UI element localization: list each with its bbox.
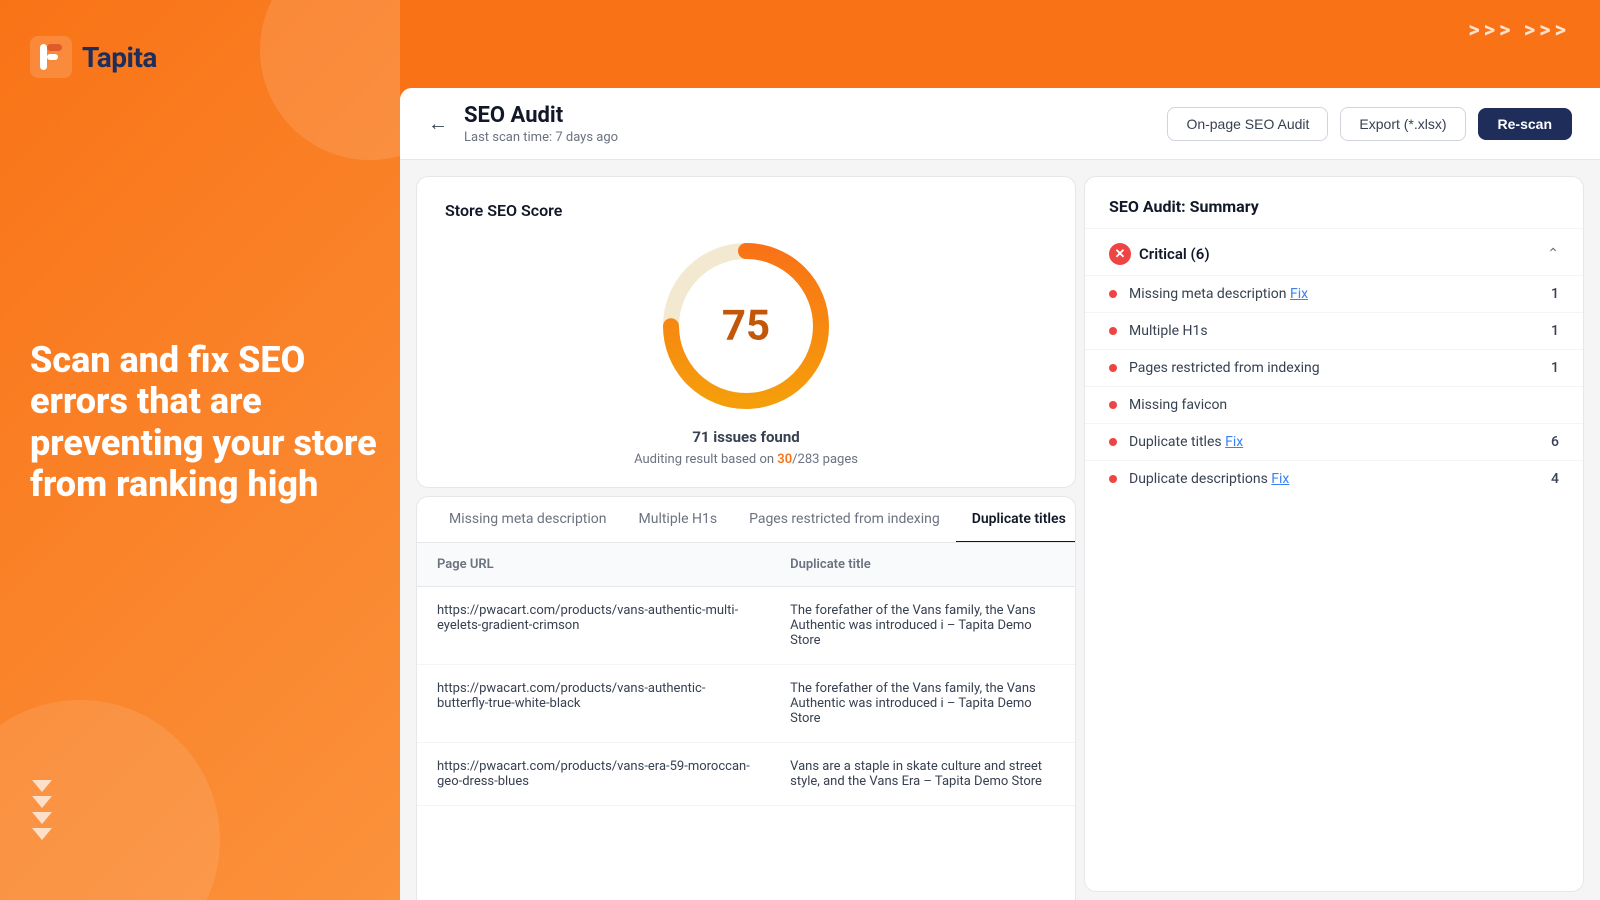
cell-value: Vans are a staple in skate culture and s… bbox=[770, 743, 1075, 806]
cell-value: The forefather of the Vans family, the V… bbox=[770, 587, 1075, 665]
app-topbar: ← SEO Audit Last scan time: 7 days ago O… bbox=[400, 88, 1600, 160]
export-button[interactable]: Export (*.xlsx) bbox=[1340, 107, 1465, 141]
logo-area: Tapita bbox=[30, 36, 157, 78]
tapita-logo-icon bbox=[30, 36, 72, 78]
col-duplicate-title: Duplicate title bbox=[770, 543, 1075, 587]
tab-pages-restricted[interactable]: Pages restricted from indexing bbox=[733, 497, 956, 543]
summary-panel: SEO Audit: Summary ✕ Critical (6) ⌃ Miss… bbox=[1084, 176, 1584, 892]
critical-icon: ✕ bbox=[1109, 243, 1131, 265]
cell-value: The forefather of the Vans family, the V… bbox=[770, 665, 1075, 743]
tab-duplicate-titles[interactable]: Duplicate titles bbox=[956, 497, 1075, 543]
table-row: https://pwacart.com/products/vans-era-59… bbox=[417, 743, 1075, 806]
app-panel: ← SEO Audit Last scan time: 7 days ago O… bbox=[400, 88, 1600, 900]
item-count: 1 bbox=[1551, 360, 1559, 376]
dot-red bbox=[1109, 364, 1117, 372]
app-main: Store SEO Score bbox=[400, 160, 1600, 900]
tab-missing-meta[interactable]: Missing meta description bbox=[433, 497, 623, 543]
tagline: Scan and fix SEO errors that are prevent… bbox=[30, 340, 380, 506]
summary-items-container: Missing meta description Fix1Multiple H1… bbox=[1085, 275, 1583, 497]
left-panel: Tapita Scan and fix SEO errors that are … bbox=[0, 0, 400, 900]
content-left: Store SEO Score bbox=[400, 160, 1084, 900]
gauge-score: 75 bbox=[722, 302, 770, 351]
header-deco-arrows: >>> >>> bbox=[1468, 18, 1570, 43]
item-text: Pages restricted from indexing bbox=[1129, 360, 1551, 376]
brand-name: Tapita bbox=[82, 41, 157, 74]
topbar-title-group: SEO Audit Last scan time: 7 days ago bbox=[464, 103, 1151, 145]
summary-item: Duplicate descriptions Fix4 bbox=[1085, 460, 1583, 497]
summary-item: Duplicate titles Fix6 bbox=[1085, 423, 1583, 460]
summary-item: Missing favicon bbox=[1085, 386, 1583, 423]
item-text: Missing favicon bbox=[1129, 397, 1559, 413]
data-table: Page URL Duplicate title https://pwacart… bbox=[417, 543, 1075, 806]
cell-url: https://pwacart.com/products/vans-authen… bbox=[417, 665, 770, 743]
cell-url: https://pwacart.com/products/vans-authen… bbox=[417, 587, 770, 665]
table-area: Page URL Duplicate title https://pwacart… bbox=[417, 543, 1075, 900]
summary-item: Multiple H1s1 bbox=[1085, 312, 1583, 349]
table-row: https://pwacart.com/products/vans-authen… bbox=[417, 665, 1075, 743]
dot-red bbox=[1109, 327, 1117, 335]
auditing-info: Auditing result based on 30/283 pages bbox=[445, 452, 1047, 467]
item-text: Multiple H1s bbox=[1129, 323, 1551, 339]
tabs-section: Missing meta description Multiple H1s Pa… bbox=[416, 496, 1076, 900]
topbar-actions: On-page SEO Audit Export (*.xlsx) Re-sca… bbox=[1167, 107, 1572, 141]
fix-link[interactable]: Fix bbox=[1225, 434, 1243, 450]
col-page-url: Page URL bbox=[417, 543, 770, 587]
arrows-down bbox=[32, 780, 52, 840]
critical-header[interactable]: ✕ Critical (6) ⌃ bbox=[1085, 229, 1583, 275]
dot-red bbox=[1109, 438, 1117, 446]
dot-red bbox=[1109, 475, 1117, 483]
tab-multiple-h1s[interactable]: Multiple H1s bbox=[623, 497, 734, 543]
page-title: SEO Audit bbox=[464, 103, 1151, 128]
dot-red bbox=[1109, 290, 1117, 298]
arrow-2 bbox=[32, 796, 52, 808]
arrow-4 bbox=[32, 828, 52, 840]
arrow-3 bbox=[32, 812, 52, 824]
table-header-row: Page URL Duplicate title bbox=[417, 543, 1075, 587]
item-count: 4 bbox=[1551, 471, 1559, 487]
deco-blob-top bbox=[260, 0, 400, 160]
item-text: Duplicate titles Fix bbox=[1129, 434, 1551, 450]
fix-link[interactable]: Fix bbox=[1290, 286, 1308, 302]
critical-label: Critical (6) bbox=[1139, 245, 1539, 263]
item-count: 1 bbox=[1551, 286, 1559, 302]
back-button[interactable]: ← bbox=[428, 111, 448, 136]
cell-url: https://pwacart.com/products/vans-era-59… bbox=[417, 743, 770, 806]
chevron-up-icon: ⌃ bbox=[1547, 246, 1559, 262]
summary-title: SEO Audit: Summary bbox=[1085, 177, 1583, 229]
item-text: Missing meta description Fix bbox=[1129, 286, 1551, 302]
dot-red bbox=[1109, 401, 1117, 409]
arrow-1 bbox=[32, 780, 52, 792]
item-count: 1 bbox=[1551, 323, 1559, 339]
score-gauge-row: 75 bbox=[445, 236, 1047, 416]
summary-item: Missing meta description Fix1 bbox=[1085, 275, 1583, 312]
item-text: Duplicate descriptions Fix bbox=[1129, 471, 1551, 487]
tabs-bar: Missing meta description Multiple H1s Pa… bbox=[417, 497, 1075, 543]
gauge-container: 75 bbox=[656, 236, 836, 416]
pages-link[interactable]: 30 bbox=[777, 452, 792, 467]
fix-link[interactable]: Fix bbox=[1271, 471, 1289, 487]
score-card-title: Store SEO Score bbox=[445, 201, 1047, 220]
on-page-seo-audit-button[interactable]: On-page SEO Audit bbox=[1167, 107, 1328, 141]
summary-item: Pages restricted from indexing1 bbox=[1085, 349, 1583, 386]
item-count: 6 bbox=[1551, 434, 1559, 450]
score-card: Store SEO Score bbox=[416, 176, 1076, 488]
table-row: https://pwacart.com/products/vans-authen… bbox=[417, 587, 1075, 665]
rescan-button[interactable]: Re-scan bbox=[1478, 108, 1572, 140]
issues-found: 71 issues found bbox=[445, 428, 1047, 446]
last-scan-time: Last scan time: 7 days ago bbox=[464, 130, 1151, 145]
